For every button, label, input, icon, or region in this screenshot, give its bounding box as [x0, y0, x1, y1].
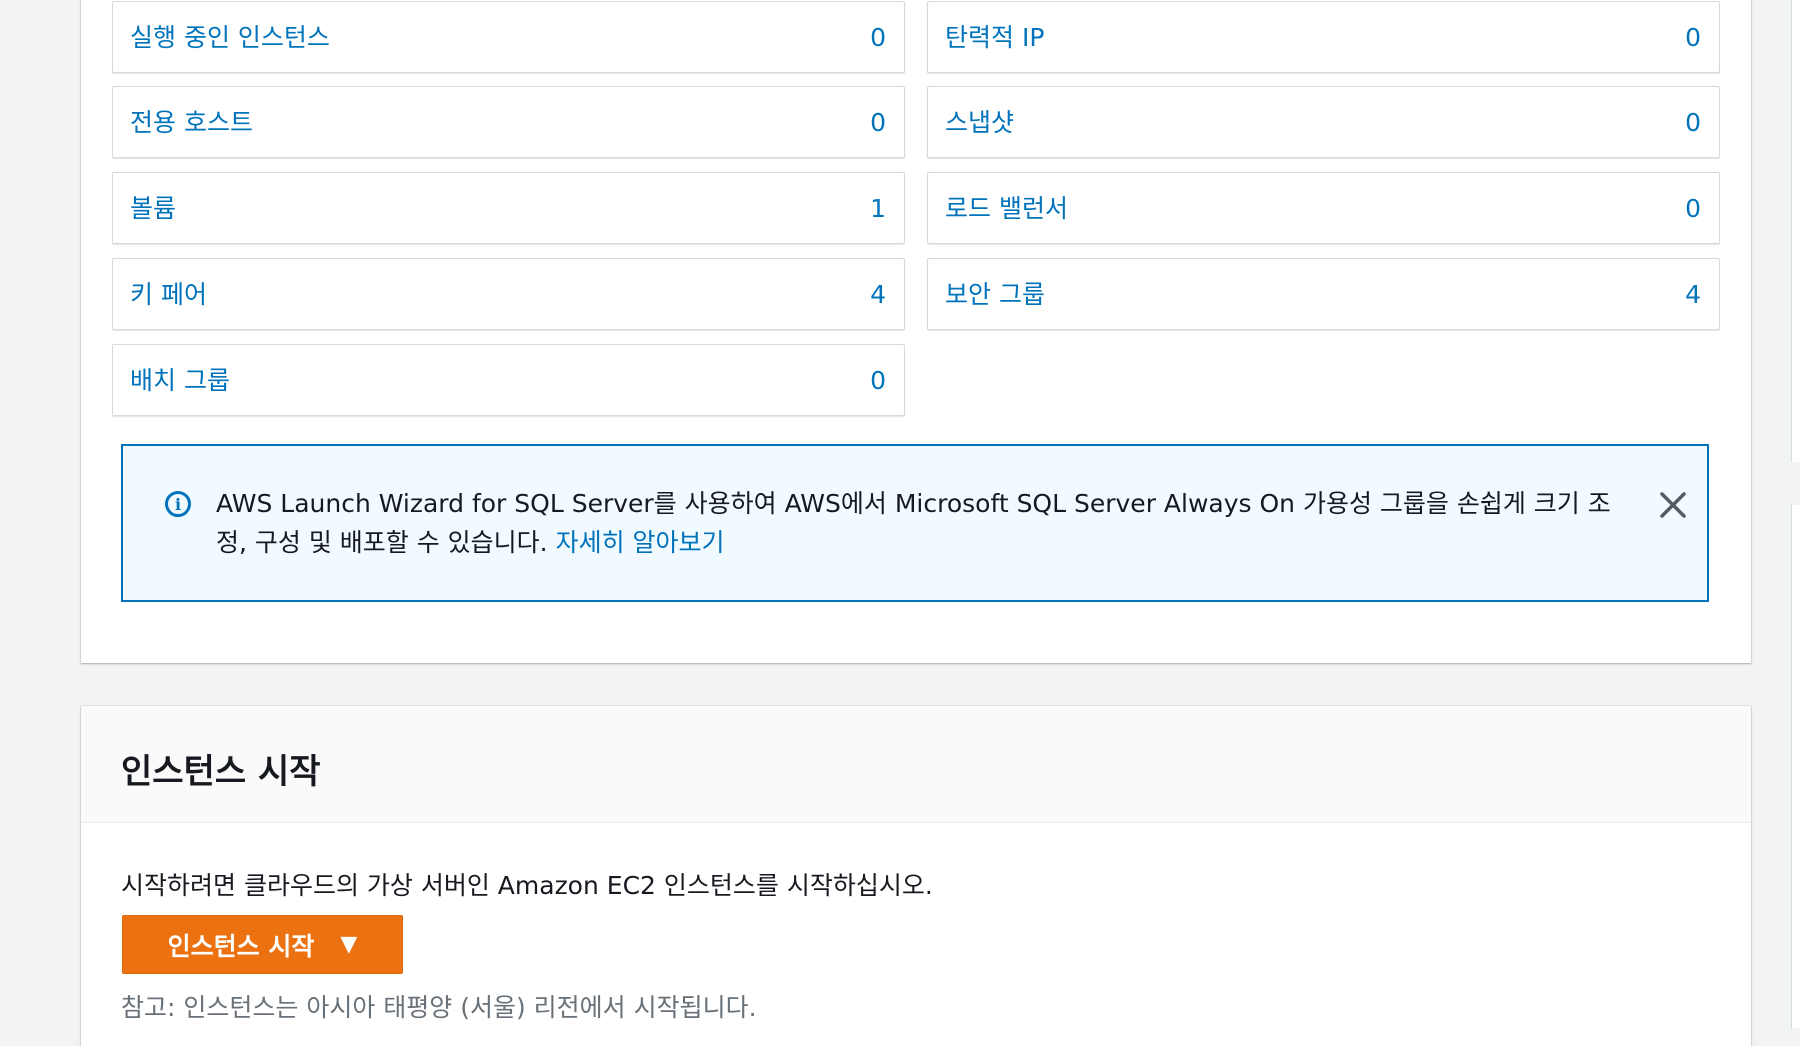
launch-instance-button[interactable]: 인스턴스 시작 ▼: [122, 915, 403, 974]
resources-panel: 실행 중인 인스턴스 0 전용 호스트 0 볼륨 1 키 페어 4 배치 그룹 …: [81, 0, 1751, 663]
side-panel-edge: [1792, 0, 1800, 462]
resource-count: 0: [870, 107, 886, 137]
side-panel-edge: [1792, 505, 1800, 1028]
resource-label: 로드 밸런서: [945, 193, 1068, 223]
info-alert: i AWS Launch Wizard for SQL Server를 사용하여…: [121, 444, 1709, 602]
resource-label: 스냅샷: [945, 107, 1015, 137]
resource-volumes[interactable]: 볼륨 1: [112, 172, 905, 244]
info-alert-text: AWS Launch Wizard for SQL Server를 사용하여 A…: [216, 484, 1616, 562]
resource-key-pairs[interactable]: 키 페어 4: [112, 258, 905, 330]
resource-security-groups[interactable]: 보안 그룹 4: [927, 258, 1720, 330]
resource-label: 보안 그룹: [945, 279, 1045, 309]
resource-label: 실행 중인 인스턴스: [130, 22, 330, 52]
resource-count: 1: [870, 193, 886, 223]
resource-snapshots[interactable]: 스냅샷 0: [927, 86, 1720, 158]
launch-button-label: 인스턴스 시작: [167, 931, 315, 961]
resource-placement-groups[interactable]: 배치 그룹 0: [112, 344, 905, 416]
resource-count: 0: [1685, 107, 1701, 137]
resource-label: 탄력적 IP: [945, 22, 1045, 52]
resource-elastic-ips[interactable]: 탄력적 IP 0: [927, 1, 1720, 73]
launch-description: 시작하려면 클라우드의 가상 서버인 Amazon EC2 인스턴스를 시작하십…: [121, 871, 933, 900]
launch-instance-panel: 인스턴스 시작 시작하려면 클라우드의 가상 서버인 Amazon EC2 인스…: [81, 706, 1751, 1046]
resource-label: 전용 호스트: [130, 107, 253, 137]
resource-label: 배치 그룹: [130, 365, 230, 395]
resource-count: 4: [870, 279, 886, 309]
info-circle-icon: i: [165, 491, 191, 517]
caret-down-icon: ▼: [340, 932, 358, 957]
resource-dedicated-hosts[interactable]: 전용 호스트 0: [112, 86, 905, 158]
launch-region-note: 참고: 인스턴스는 아시아 태평양 (서울) 리전에서 시작됩니다.: [121, 993, 757, 1022]
resource-label: 키 페어: [130, 279, 207, 309]
resource-count: 0: [1685, 193, 1701, 223]
resource-load-balancers[interactable]: 로드 밸런서 0: [927, 172, 1720, 244]
resource-label: 볼륨: [130, 193, 177, 223]
resource-count: 0: [870, 365, 886, 395]
panel-title: 인스턴스 시작: [121, 752, 321, 792]
resource-running-instances[interactable]: 실행 중인 인스턴스 0: [112, 1, 905, 73]
resource-count: 0: [1685, 22, 1701, 52]
learn-more-link[interactable]: 자세히 알아보기: [556, 528, 725, 557]
resource-count: 4: [1685, 279, 1701, 309]
resource-count: 0: [870, 22, 886, 52]
panel-header: 인스턴스 시작: [81, 706, 1751, 823]
info-alert-message: AWS Launch Wizard for SQL Server를 사용하여 A…: [216, 489, 1611, 557]
close-icon[interactable]: [1655, 487, 1691, 523]
